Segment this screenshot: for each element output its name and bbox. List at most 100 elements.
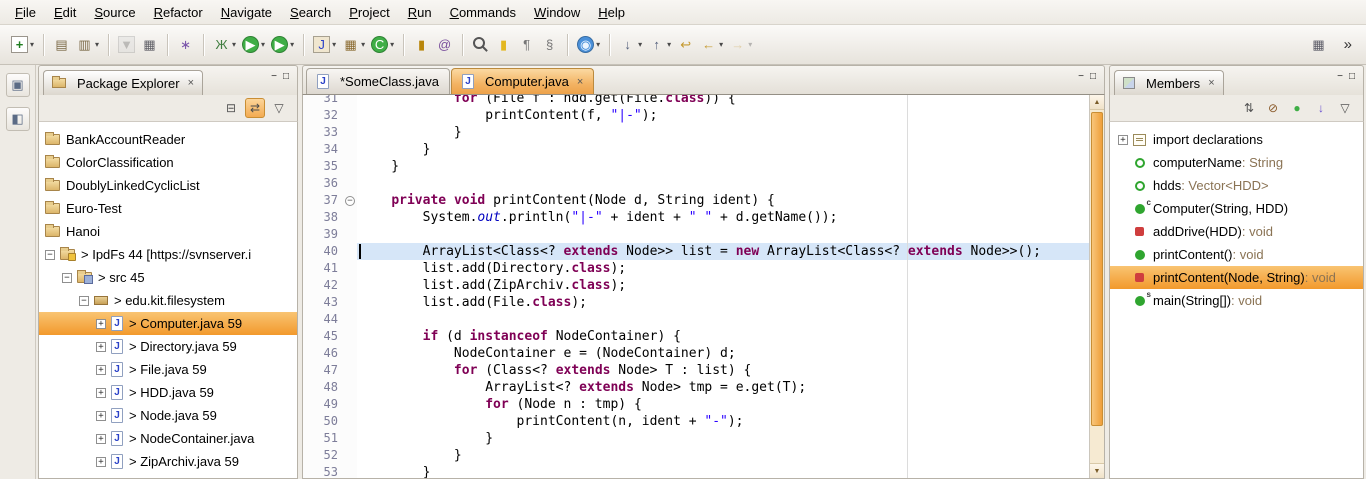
close-icon[interactable]: × [188,77,194,89]
code-line-52[interactable]: 52 } [303,447,1089,464]
code-line-47[interactable]: 47 for (Class<? extends Node> T : list) … [303,362,1089,379]
member-item[interactable]: smain(String[]) : void [1110,289,1363,312]
editor-tab[interactable]: Computer.java× [451,68,594,94]
annotation-ruler[interactable] [303,107,313,124]
annotation-ruler[interactable] [303,124,313,141]
code-line-48[interactable]: 48 ArrayList<? extends Node> tmp = e.get… [303,379,1089,396]
run-button[interactable]: ▶▾ [239,33,268,56]
member-item[interactable]: addDrive(HDD) : void [1110,220,1363,243]
forward-button[interactable]: →▾ [726,33,755,56]
fold-collapse-icon[interactable]: − [345,196,355,206]
code-line-34[interactable]: 34 } [303,141,1089,158]
maximize-button[interactable]: □ [280,69,292,82]
tree-item[interactable]: Euro-Test [39,197,297,220]
tree-expander-icon[interactable]: + [96,342,106,352]
tree-item[interactable]: +> File.java 59 [39,358,297,381]
tree-item[interactable]: BankAccountReader [39,128,297,151]
code-text[interactable] [357,226,1089,243]
code-text[interactable]: } [357,141,1089,158]
code-line-49[interactable]: 49 for (Node n : tmp) { [303,396,1089,413]
next-annotation-button[interactable]: ↓▾ [616,33,645,56]
code-text[interactable]: private void printContent(Node d, String… [357,192,1089,209]
hide-nonpublic-members-button[interactable]: ↓ [1311,98,1331,118]
tree-expander-icon[interactable]: + [96,365,106,375]
menu-navigate[interactable]: Navigate [212,2,281,23]
code-line-33[interactable]: 33 } [303,124,1089,141]
tree-item[interactable]: DoublyLinkedCyclicList [39,174,297,197]
code-text[interactable]: } [357,430,1089,447]
editor-tab[interactable]: *SomeClass.java [306,68,450,94]
tree-item[interactable]: +> Computer.java 59 [39,312,297,335]
new-wizard-button[interactable]: +▾ [8,33,37,56]
code-area[interactable]: 31 for (File f : hdd.get(File.class)) { 3… [303,95,1089,478]
close-icon[interactable]: × [1208,77,1214,89]
tree-item[interactable]: +> HDD.java 59 [39,381,297,404]
mark-occurrences-button[interactable]: ¶ [515,33,538,56]
annotation-ruler[interactable] [303,379,313,396]
menu-file[interactable]: File [6,2,45,23]
annotation-ruler[interactable] [303,362,313,379]
code-text[interactable]: System.out.println("|-" + ident + " " + … [357,209,1089,226]
code-text[interactable]: printContent(f, "|-"); [357,107,1089,124]
restore-editor-view-button[interactable]: ◧ [6,107,30,131]
last-edit-location-button[interactable]: ↩ [674,33,697,56]
annotation-ruler[interactable] [303,226,313,243]
code-text[interactable]: list.add(ZipArchiv.class); [357,277,1089,294]
annotation-ruler[interactable] [303,209,313,226]
tree-expander-icon[interactable]: + [96,434,106,444]
new-task-button[interactable]: ▤ [50,33,73,56]
code-line-40[interactable]: 40 ArrayList<Class<? extends Node>> list… [303,243,1089,260]
tree-expander-icon[interactable]: + [96,411,106,421]
save-button[interactable]: ▼ [115,33,138,56]
code-text[interactable]: list.add(Directory.class); [357,260,1089,277]
build-button[interactable]: ∗ [174,33,197,56]
annotation-ruler[interactable] [303,328,313,345]
code-line-39[interactable]: 39 [303,226,1089,243]
tree-item[interactable]: −> IpdFs 44 [https://svnserver.i [39,243,297,266]
back-button[interactable]: ←▾ [697,33,726,56]
view-menu-button[interactable]: ▽ [1335,98,1355,118]
menu-refactor[interactable]: Refactor [145,2,212,23]
external-tools-button[interactable]: ▶▾ [268,33,297,56]
code-text[interactable]: list.add(File.class); [357,294,1089,311]
code-line-46[interactable]: 46 NodeContainer e = (NodeContainer) d; [303,345,1089,362]
scrollbar-thumb[interactable] [1091,112,1103,426]
javadoc-button[interactable]: @ [433,33,456,56]
menu-help[interactable]: Help [589,2,634,23]
code-text[interactable]: NodeContainer e = (NodeContainer) d; [357,345,1089,362]
menu-source[interactable]: Source [85,2,144,23]
annotation-ruler[interactable] [303,141,313,158]
close-icon[interactable]: × [577,76,583,88]
restore-package-explorer-button[interactable]: ▣ [6,73,30,97]
fold-margin[interactable]: − [343,192,357,209]
view-menu-button[interactable]: ▽ [269,98,289,118]
code-line-43[interactable]: 43 list.add(File.class); [303,294,1089,311]
member-item[interactable]: hdds : Vector<HDD> [1110,174,1363,197]
show-annotations-button[interactable]: § [538,33,561,56]
tree-expander-icon[interactable]: + [96,319,106,329]
annotation-ruler[interactable] [303,158,313,175]
code-line-51[interactable]: 51 } [303,430,1089,447]
web-browser-button[interactable]: ◉▾ [574,33,603,56]
member-expander-icon[interactable]: + [1118,135,1128,145]
new-class-button[interactable]: C▾ [368,33,397,56]
annotation-ruler[interactable] [303,95,313,107]
new-java-project-button[interactable]: J▾ [310,33,339,56]
menu-search[interactable]: Search [281,2,340,23]
code-line-36[interactable]: 36 [303,175,1089,192]
annotation-ruler[interactable] [303,277,313,294]
code-line-37[interactable]: 37− private void printContent(Node d, St… [303,192,1089,209]
minimize-button[interactable]: − [268,69,280,82]
code-text[interactable]: if (d instanceof NodeContainer) { [357,328,1089,345]
code-text[interactable]: } [357,447,1089,464]
new-package-button[interactable]: ▦▾ [339,33,368,56]
code-line-45[interactable]: 45 if (d instanceof NodeContainer) { [303,328,1089,345]
code-line-31[interactable]: 31 for (File f : hdd.get(File.class)) { [303,95,1089,107]
toolbar-overflow-chevron[interactable]: » [1330,36,1358,53]
tree-item[interactable]: +> NodeContainer.java [39,427,297,450]
tree-item[interactable]: +> Directory.java 59 [39,335,297,358]
annotation-ruler[interactable] [303,430,313,447]
menu-run[interactable]: Run [399,2,441,23]
code-text[interactable]: } [357,464,1089,478]
members-tab[interactable]: Members × [1114,70,1224,95]
